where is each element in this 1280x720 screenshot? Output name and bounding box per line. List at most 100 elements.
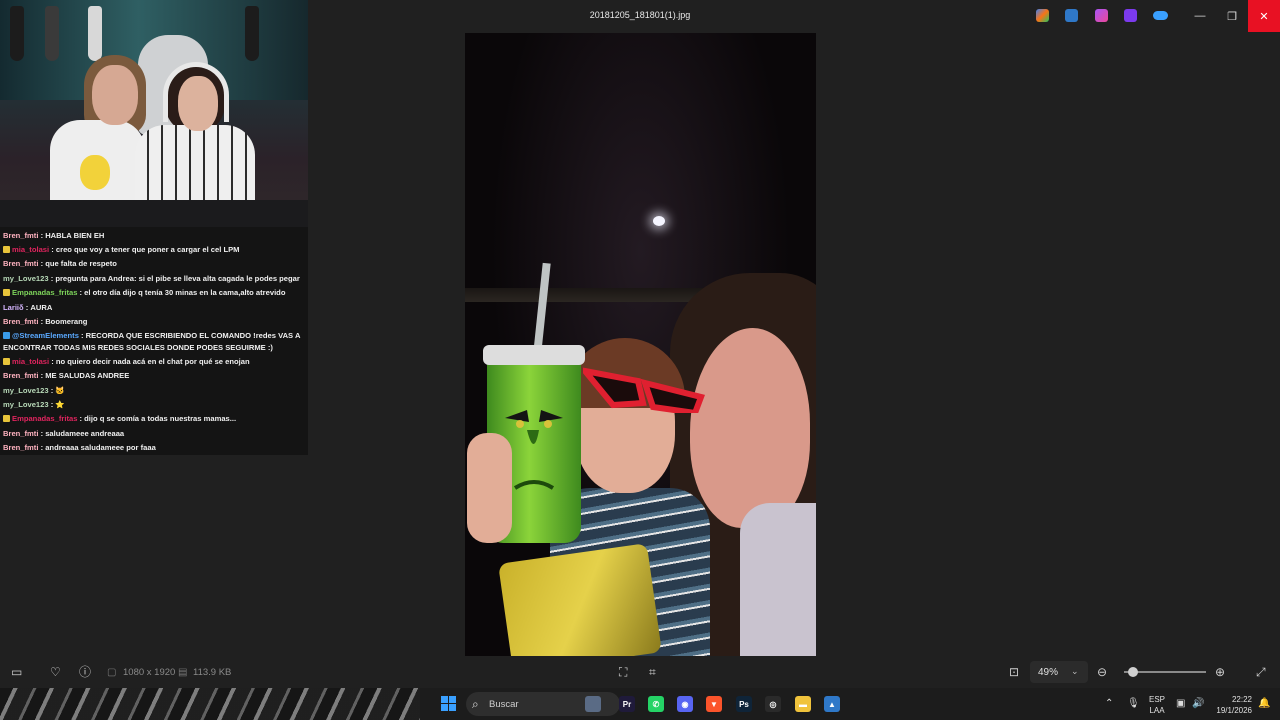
photos-editor-icon[interactable] [1065,9,1078,22]
photo-red-glasses [583,367,705,413]
explorer-icon[interactable]: ▬ [795,696,811,712]
file-size: 113.9 KB [193,667,232,678]
chat-text: : HABLA BIEN EH [38,231,105,240]
photo-viewer-window: 20181205_181801(1).jpg — ❐ ✕ Bren_fmti:… [0,0,1280,688]
chat-username[interactable]: mia_tolasi [12,245,49,254]
chat-badge-icon [3,246,10,253]
chat-badge-icon [3,358,10,365]
guitar-decoration [10,6,24,61]
chat-message: my_Love123 : 🐱 [3,385,303,397]
chat-message: Bren_fmti : andreaaa saludameee por faaa [3,442,303,454]
close-button[interactable]: ✕ [1248,0,1280,32]
guitar-decoration [88,6,102,61]
copilot-icon[interactable] [1036,9,1049,22]
chat-message: my_Love123 : pregunta para Andrea: si el… [3,273,303,285]
chat-username[interactable]: Bren_fmti [3,429,38,438]
chat-username[interactable]: @StreamElements [12,331,79,340]
chat-message: Empanadas_fritas : el otro día dijo q te… [3,287,303,299]
chat-username[interactable]: Empanadas_fritas [12,414,77,423]
chat-username[interactable]: my_Love123 [3,274,49,283]
weather-icon[interactable] [585,696,601,712]
chat-badge-icon [3,415,10,422]
chat-text: : 🐱 [48,386,65,395]
guitar-decoration [245,6,259,61]
chat-username[interactable]: Empanadas_fritas [12,288,77,297]
zoom-out-icon[interactable]: ⊖ [1097,665,1107,679]
language-bottom[interactable]: LAA [1149,706,1165,715]
chat-username[interactable]: my_Love123 [3,386,49,395]
chat-message: Empanadas_fritas : dijo q se comía a tod… [3,413,303,425]
photo-projector-light [653,216,665,226]
file-size-icon: ▤ [178,667,188,678]
photo-popcorn-bag [498,543,662,656]
chat-message: mia_tolasi : no quiero decir nada acá en… [3,356,303,368]
photo-straw [533,262,551,354]
stream-webcam [0,0,308,227]
info-icon[interactable]: ⓘ [79,665,91,679]
microphone-icon[interactable]: 🎙 [1127,698,1140,709]
image-size-icon: ▢ [107,667,117,678]
chat-message: mia_tolasi : creo que voy a tener que po… [3,244,303,256]
onedrive-icon[interactable] [1153,11,1168,20]
chat-username[interactable]: mia_tolasi [12,357,49,366]
crop-icon[interactable]: ⛶ [619,665,627,679]
favorite-heart-icon[interactable]: ♡ [50,665,61,679]
chat-username[interactable]: Bren_fmti [3,443,38,452]
chat-text: : andreaaa saludameee por faaa [38,443,156,452]
chat-text: : no quiero decir nada acá en el chat po… [49,357,250,366]
obs-icon[interactable]: ◎ [765,696,781,712]
actual-size-icon[interactable]: ⊡ [1009,665,1019,679]
chat-message: Bren_fmti : que falta de respeto [3,258,303,270]
photos-app-icon[interactable]: ▲ [824,696,840,712]
speaker-icon[interactable]: 🔊 [1192,698,1204,709]
fullscreen-icon[interactable]: ⤢ [1256,665,1266,679]
filmstrip-icon[interactable]: ▭ [11,665,22,679]
chat-text: : AURA [23,303,53,312]
video-editor-icon[interactable] [1124,9,1137,22]
tweety-print [80,155,110,190]
chat-message: my_Love123 : ⭐ [3,399,303,411]
search-icon: ⌕ [472,697,479,711]
chat-username[interactable]: Lariiδ [3,303,24,312]
chat-text: : pregunta para Andrea: si el pibe se ll… [48,274,300,283]
discord-icon[interactable]: ◉ [677,696,693,712]
chat-message: Bren_fmti : Boomerang [3,316,303,328]
chevron-up-icon[interactable]: ⌃ [1105,698,1113,709]
photo-woman-face [690,328,810,528]
maximize-button[interactable]: ❐ [1216,0,1248,32]
chat-badge-icon [3,289,10,296]
chat-username[interactable]: Bren_fmti [3,231,38,240]
chat-message: Bren_fmti : HABLA BIEN EH [3,230,303,242]
chat-text: : Boomerang [38,317,88,326]
chat-text: : ⭐ [48,400,65,409]
clock-date[interactable]: 19/1/2026 [1206,706,1252,715]
chat-text: : que falta de respeto [38,259,117,268]
chat-username[interactable]: Bren_fmti [3,259,38,268]
chat-username[interactable]: Bren_fmti [3,317,38,326]
language-top[interactable]: ESP [1149,695,1165,704]
zoom-in-icon[interactable]: ⊕ [1215,665,1225,679]
chat-username[interactable]: Bren_fmti [3,371,38,380]
search-placeholder: Buscar [489,699,519,710]
chevron-down-icon[interactable]: ⌄ [1071,666,1079,677]
guitar-decoration [45,6,59,61]
chat-badge-icon [3,332,10,339]
photo-canvas[interactable] [465,33,816,656]
clock-time[interactable]: 22:22 [1212,695,1252,704]
photoshop-icon[interactable]: Ps [736,696,752,712]
image-dimensions: 1080 x 1920 [123,667,176,678]
windows-start-icon[interactable] [441,696,457,712]
visual-search-icon[interactable]: ⌗ [649,665,656,679]
zoom-slider-thumb[interactable] [1127,667,1138,677]
brave-icon[interactable]: ▼ [706,696,722,712]
network-icon[interactable]: ▣ [1176,698,1185,709]
clipchamp-icon[interactable] [1095,9,1108,22]
minimize-button[interactable]: — [1184,0,1216,32]
premiere-icon[interactable]: Pr [619,696,635,712]
notification-bell-icon[interactable]: 🔔 [1258,698,1270,709]
zoom-value: 49% [1038,667,1059,678]
whatsapp-icon[interactable]: ✆ [648,696,664,712]
chat-username[interactable]: my_Love123 [3,400,49,409]
stream-chat: Bren_fmti : HABLA BIEN EH mia_tolasi : cr… [0,227,308,455]
chat-text: : saludameee andreaaa [38,429,125,438]
